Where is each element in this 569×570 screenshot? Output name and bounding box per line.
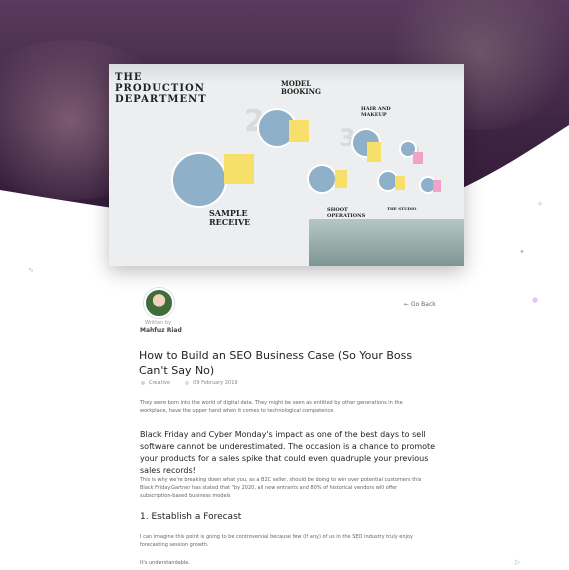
category-label[interactable]: Creative (149, 380, 170, 386)
section-heading: 1. Establish a Forecast (140, 512, 242, 522)
wall-title: THE PRODUCTION DEPARTMENT (115, 72, 207, 105)
squiggle-decoration: ∿ (28, 266, 34, 274)
author-name[interactable]: Mahfuz Riad (140, 327, 182, 334)
wall-label: SAMPLE RECEIVE (209, 208, 251, 227)
sticky-note (395, 176, 405, 190)
plus-decoration: + (537, 200, 543, 208)
triangle-decoration: ▷ (515, 558, 521, 566)
go-back-link[interactable]: ← Go Back (404, 301, 436, 308)
dot-decoration: ● (532, 296, 539, 304)
article-title: How to Build an SEO Business Case (So Yo… (139, 349, 413, 377)
body-paragraph: This is why we're breaking down what you… (140, 477, 422, 499)
wall-label: HAIR AND MAKEUP (361, 106, 391, 118)
arrow-left-icon: ← (404, 301, 410, 308)
category-icon (141, 380, 145, 385)
sticky-note (413, 152, 423, 164)
lead-paragraph: Black Friday and Cyber Monday's impact a… (140, 430, 436, 475)
hero-image: THE PRODUCTION DEPARTMENT 2 3 4 MODEL BO… (109, 64, 464, 266)
go-back-label: Go Back (410, 301, 436, 308)
sticky-note (289, 120, 309, 142)
date-label: 09 February 2019 (193, 380, 238, 386)
wall-label: MODEL BOOKING (281, 79, 321, 96)
star-decoration: ✦ (519, 248, 525, 256)
sticky-note (433, 180, 441, 192)
author-avatar (144, 288, 174, 318)
wall-photo (171, 152, 227, 208)
sticky-note (224, 154, 254, 184)
sticky-note (367, 142, 381, 162)
calendar-icon (185, 380, 190, 385)
body-paragraph: I can imagine this point is going to be … (140, 534, 413, 548)
wall-label: THE STUDIO (387, 206, 417, 211)
body-paragraph: It's understandable. (140, 560, 190, 566)
written-by-label: Written by (145, 320, 172, 326)
floor (309, 219, 464, 266)
wall-photo (307, 164, 337, 194)
article-meta: Creative 09 February 2019 (141, 380, 238, 386)
wall-label: SHOOT OPERATIONS (327, 207, 366, 219)
intro-paragraph: They were born into the world of digital… (140, 400, 403, 414)
sticky-note (335, 170, 347, 188)
